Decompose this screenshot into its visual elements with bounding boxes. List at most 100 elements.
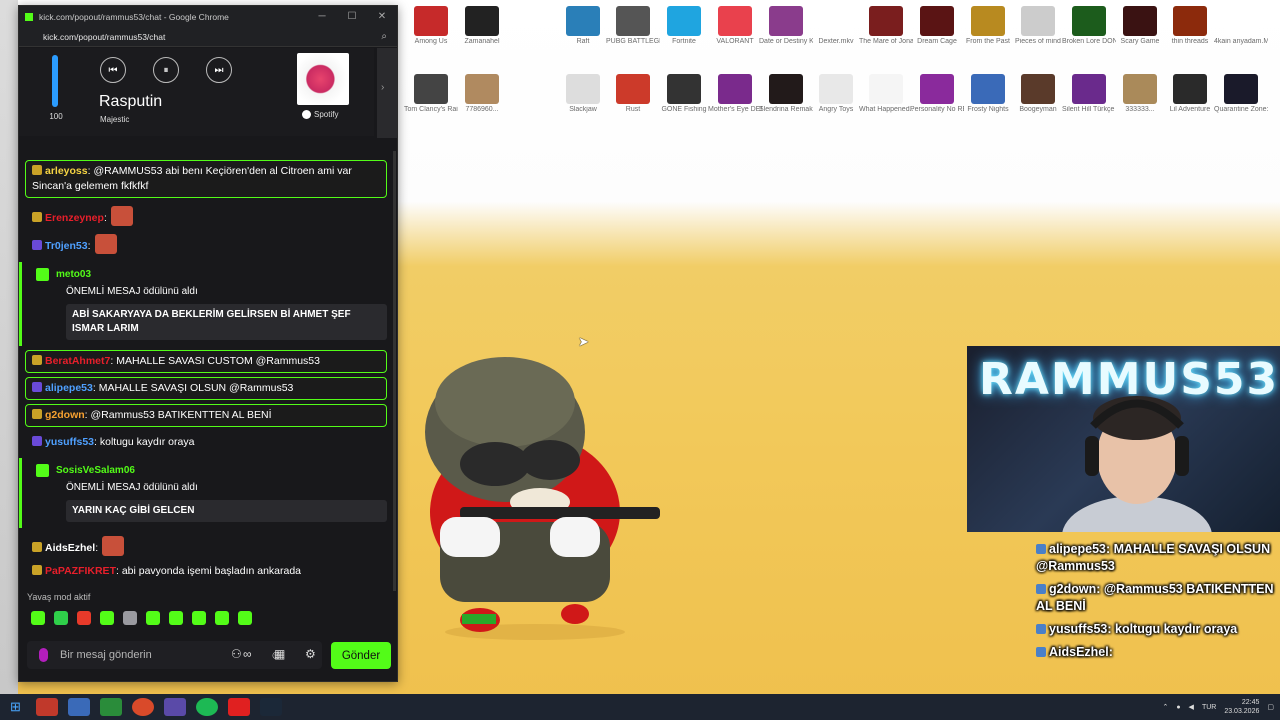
emote-bar [31,611,252,625]
desktop-shortcut[interactable]: Scary Game [1113,6,1167,46]
shortcut-label: 7786960... [465,106,499,113]
shortcut-label: Boogeyman [1019,106,1057,113]
emote-icon[interactable] [54,611,68,625]
chat-username[interactable]: Tr0jen53 [45,240,88,252]
shortcut-icon [1173,6,1207,36]
desktop-shortcut[interactable]: Boogeyman [1011,74,1065,114]
desktop-shortcut[interactable]: PUBG BATTLEGR... [606,6,660,46]
emote-icon[interactable] [100,611,114,625]
desktop-shortcut[interactable]: Silent Hill Türkçe ... [1062,74,1116,114]
desktop-shortcut[interactable]: Angry Toys [809,74,863,114]
desktop-shortcut[interactable]: Among Us [404,6,458,46]
desktop-shortcut[interactable]: Zamanahel [455,6,509,46]
steam-icon[interactable] [259,698,282,716]
volume-icon[interactable]: ◀ [1189,703,1194,711]
app-icon[interactable] [35,698,58,716]
chat-username[interactable]: BeratAhmet7 [45,355,110,367]
desktop-shortcut[interactable]: Frosty Nights [961,74,1015,114]
shortcut-label: Tom Clancy's Rainbow Si... [404,106,458,113]
desktop-shortcut[interactable]: Tom Clancy's Rainbow Si... [404,74,458,114]
desktop-shortcut[interactable]: Quarantine Zone: The... [1214,74,1268,114]
close-icon[interactable]: ✕ [367,11,397,22]
shortcut-label: 333333... [1125,106,1155,113]
desktop-shortcut[interactable]: 333333... [1113,74,1167,114]
chat-username[interactable]: alipepe53 [45,382,93,394]
desktop-shortcut[interactable]: Dream Cage [910,6,964,46]
desktop-shortcut[interactable]: Rust [606,74,660,114]
desktop-shortcut[interactable]: What Happened... [859,74,913,114]
shortcut-label: Scary Game [1120,38,1160,45]
volume-value: 100 [49,112,63,121]
desktop-shortcut[interactable]: From the Past [961,6,1015,46]
desktop-shortcut[interactable]: thin threads [1163,6,1217,46]
chat-username[interactable]: yusuffs53 [45,436,94,448]
emote-icon[interactable] [77,611,91,625]
mic-tray-icon[interactable]: ● [1176,704,1180,711]
start-icon[interactable]: ⊞ [10,699,21,715]
emote-icon[interactable] [31,611,45,625]
emote-icon[interactable] [238,611,252,625]
chat-scrollbar[interactable] [393,151,396,591]
youtube-icon[interactable] [227,698,250,716]
chevron-right-icon[interactable]: › [381,82,384,93]
chat-username[interactable]: arleyoss [45,165,88,177]
notification-icon[interactable]: ▢ [1267,703,1274,711]
desktop-shortcut[interactable]: Raft [556,6,610,46]
app-icon[interactable] [67,698,90,716]
chat-username[interactable]: Erenzeynep [45,212,104,224]
shortcut-icon [616,6,650,36]
system-tray: ⌃ ● ◀ TUR 22:45 23.03.2026 ▢ [1162,694,1274,720]
infinity-icon[interactable]: ∞ [243,647,252,661]
desktop-shortcut[interactable]: Broken Lore DON'T W... [1062,6,1116,46]
desktop-shortcut[interactable]: Slendrina Remake [759,74,813,114]
language-indicator[interactable]: TUR [1202,704,1216,711]
desktop-shortcut[interactable]: Fortnite [657,6,711,46]
chrome-icon[interactable] [131,698,154,716]
desktop-shortcut[interactable]: Personality No REM - ... [910,74,964,114]
spotify-taskbar-icon[interactable] [195,698,218,716]
desktop-shortcut[interactable]: Slackjaw [556,74,610,114]
chat-message: alipepe53: MAHALLE SAVAŞI OLSUN @Rammus5… [25,377,387,400]
address-bar[interactable]: kick.com/popout/rammus53/chat ⌕ [19,27,397,47]
app-icon[interactable] [99,698,122,716]
maximize-icon[interactable]: ☐ [337,11,367,22]
chat-username[interactable]: AidsEzhel [45,542,95,554]
clock[interactable]: 22:45 23.03.2026 [1224,698,1259,716]
desktop-shortcut[interactable]: GONE Fishing [657,74,711,114]
desktop-shortcut[interactable]: Date or Destiny Ki... [759,6,813,46]
desktop-shortcut[interactable]: 4kain anyadam.MP3 [1214,6,1268,46]
volume-slider[interactable] [52,55,58,107]
emote-icon[interactable] [192,611,206,625]
emote-icon[interactable] [123,611,137,625]
chevron-up-icon[interactable]: ⌃ [1162,703,1168,711]
microphone-icon[interactable] [39,648,48,662]
app-icon[interactable] [163,698,186,716]
desktop-shortcut[interactable]: 7786960... [455,74,509,114]
users-icon[interactable]: ⚇ [231,647,242,661]
emote-icon[interactable] [215,611,229,625]
pause-icon[interactable]: ⏸ [153,57,179,83]
desktop-shortcut[interactable]: Dexter.mkv [809,6,863,46]
zoom-icon[interactable]: ⌕ [381,31,387,42]
desktop-shortcut[interactable]: Pieces of mind [1011,6,1065,46]
emote-icon[interactable] [146,611,160,625]
shortcut-label: Slackjaw [569,106,597,113]
overlay-chat-message: g2down: @Rammus53 BATIKENTTEN AL BENİ [1030,581,1275,615]
gear-icon[interactable]: ⚙ [305,647,316,661]
previous-icon[interactable]: ⏮ [100,57,126,83]
desktop-shortcut[interactable]: The Mare of Jonah [859,6,913,46]
desktop-shortcut[interactable]: Lil Adventure [1163,74,1217,114]
chat-username[interactable]: g2down [45,409,85,421]
chat-username[interactable]: PaPAZFIKRET [45,565,116,577]
store-icon[interactable]: ▦ [274,647,285,661]
reward-username[interactable]: SosisVeSalam06 [56,465,135,476]
desktop-shortcut[interactable]: VALORANT [708,6,762,46]
next-icon[interactable]: ⏭ [206,57,232,83]
send-button[interactable]: Gönder [331,642,391,669]
desktop-shortcut[interactable]: Mother's Eye DEMO.zip [708,74,762,114]
reward-username[interactable]: meto03 [56,269,91,280]
minimize-icon[interactable]: ─ [307,11,337,22]
shortcut-label: PUBG BATTLEGR... [606,38,660,45]
shortcut-icon [718,6,752,36]
emote-icon[interactable] [169,611,183,625]
